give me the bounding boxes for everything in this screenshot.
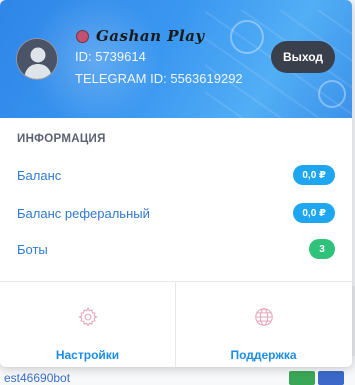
info-row-referral-balance[interactable]: Баланс реферальный 0,0 ₽ <box>17 202 335 224</box>
gear-icon <box>77 307 98 327</box>
telegram-id: TELEGRAM ID: 5563619292 <box>75 71 243 86</box>
user-id: ID: 5739614 <box>75 49 146 64</box>
header-decoration <box>230 20 264 54</box>
profile-name-row: Gashan Play <box>76 27 205 45</box>
profile-dropdown: Gashan Play ID: 5739614 TELEGRAM ID: 556… <box>0 0 352 367</box>
info-section-title: ИНФОРМАЦИЯ <box>17 133 106 145</box>
status-dot-icon <box>76 29 89 43</box>
background-blue-action-button[interactable] <box>318 371 344 385</box>
background-bot-name[interactable]: est46690bot <box>4 371 70 385</box>
bots-count-badge: 3 <box>309 239 335 259</box>
avatar <box>16 38 58 80</box>
settings-label[interactable]: Настройки <box>56 348 119 362</box>
logout-button[interactable]: Выход <box>271 41 335 73</box>
globe-icon <box>254 308 273 326</box>
background-green-button[interactable] <box>289 371 315 385</box>
bots-label[interactable]: Боты <box>17 242 48 257</box>
balance-label[interactable]: Баланс <box>17 168 61 183</box>
referral-balance-label[interactable]: Баланс реферальный <box>17 206 150 221</box>
support-button[interactable]: Поддержка <box>176 282 351 367</box>
info-row-bots[interactable]: Боты 3 <box>17 238 335 260</box>
profile-name: Gashan Play <box>96 27 205 45</box>
header-decoration <box>318 80 346 108</box>
user-silhouette-icon <box>17 39 57 79</box>
settings-button[interactable]: Настройки <box>0 282 175 367</box>
referral-balance-badge: 0,0 ₽ <box>293 203 335 223</box>
profile-header: Gashan Play ID: 5739614 TELEGRAM ID: 556… <box>0 0 352 118</box>
info-row-balance[interactable]: Баланс 0,0 ₽ <box>17 164 335 186</box>
support-label[interactable]: Поддержка <box>230 348 296 362</box>
balance-badge: 0,0 ₽ <box>293 165 335 185</box>
